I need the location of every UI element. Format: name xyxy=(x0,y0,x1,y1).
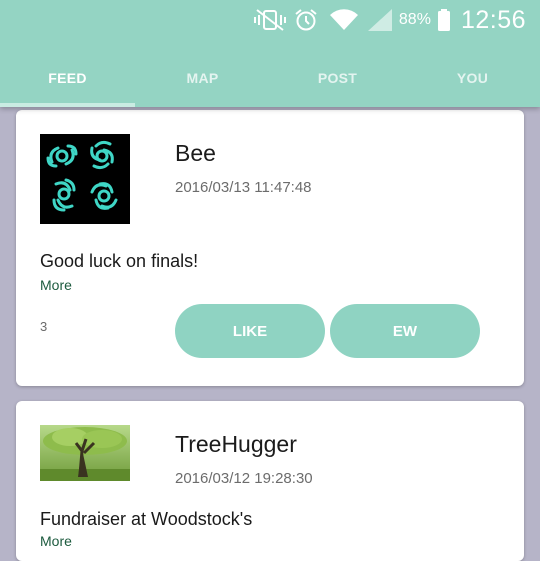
more-link[interactable]: More xyxy=(40,533,72,549)
user-avatar xyxy=(40,134,130,224)
vibrate-mute-icon xyxy=(253,8,287,32)
active-tab-indicator xyxy=(0,103,135,107)
post-text: Fundraiser at Woodstock's xyxy=(40,509,253,529)
app-bar: 88% 12:56 FEED MAP POST YOU xyxy=(0,0,540,107)
post-username: Bee xyxy=(175,140,216,166)
signal-icon xyxy=(367,8,393,32)
tab-you[interactable]: YOU xyxy=(405,52,540,104)
tab-feed[interactable]: FEED xyxy=(0,52,135,104)
ew-button[interactable]: EW xyxy=(330,304,480,358)
like-count: 3 xyxy=(40,319,48,334)
alarm-icon xyxy=(293,8,319,32)
tab-bar: FEED MAP POST YOU xyxy=(0,52,540,104)
tab-post[interactable]: POST xyxy=(270,52,405,104)
more-link[interactable]: More xyxy=(40,277,72,293)
tab-map[interactable]: MAP xyxy=(135,52,270,104)
battery-icon xyxy=(437,8,451,32)
post-text: Good luck on finals! xyxy=(40,251,199,271)
like-button[interactable]: LIKE xyxy=(175,304,325,358)
battery-percent: 88% xyxy=(398,11,431,28)
user-avatar xyxy=(40,425,130,481)
status-bar: 88% 12:56 xyxy=(253,6,526,34)
clock: 12:56 xyxy=(460,5,526,34)
feed-post-card: Bee 2016/03/13 11:47:48 Good luck on fin… xyxy=(16,110,524,386)
feed-post-card: TreeHugger 2016/03/12 19:28:30 Fundraise… xyxy=(16,401,524,561)
post-username: TreeHugger xyxy=(175,431,297,457)
wifi-icon xyxy=(329,8,359,32)
post-timestamp: 2016/03/13 11:47:48 xyxy=(175,179,312,196)
post-timestamp: 2016/03/12 19:28:30 xyxy=(175,470,313,487)
